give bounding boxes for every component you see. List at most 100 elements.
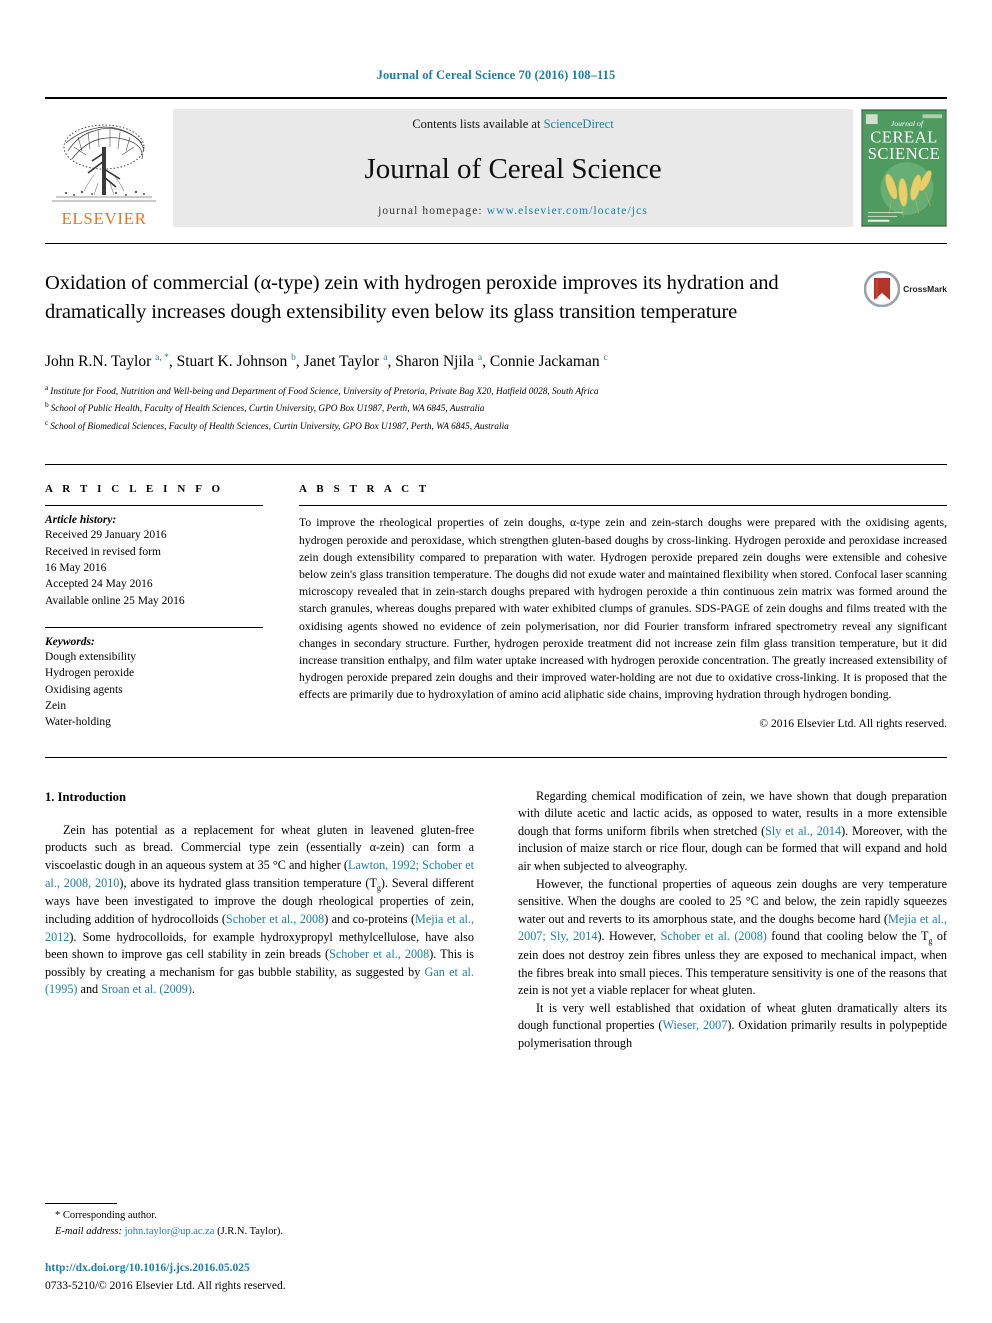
article-history-item: Accepted 24 May 2016 [45, 578, 153, 591]
journal-cover-thumbnail: Journal of CEREAL SCIENCE [861, 109, 947, 227]
intro-left-paragraphs: Zein has potential as a replacement for … [45, 822, 474, 999]
footnote-rule [45, 1203, 117, 1204]
paragraph-text: ), above its hydrated glass transition t… [119, 875, 377, 890]
paragraph-text: found that cooling below the T [766, 929, 929, 944]
article-history-item: Received in revised form [45, 545, 161, 558]
body-paragraph: However, the functional properties of aq… [518, 876, 947, 1000]
affiliation-line: b School of Public Health, Faculty of He… [45, 399, 947, 417]
affiliation-line: c School of Biomedical Sciences, Faculty… [45, 417, 947, 435]
elsevier-wordmark: ELSEVIER [61, 209, 147, 228]
author-affiliation-mark: a [477, 353, 483, 364]
affiliation-text: School of Biomedical Sciences, Faculty o… [50, 422, 509, 432]
author-affiliation-mark: b [291, 353, 296, 364]
paragraph-text: and [77, 982, 102, 997]
corresponding-author-note: * Corresponding author. [55, 1210, 157, 1221]
article-history-item: 16 May 2016 [45, 562, 107, 575]
keywords-rule [45, 627, 263, 629]
article-history-item: Received 29 January 2016 [45, 529, 167, 542]
body-paragraph: It is very well established that oxidati… [518, 1000, 947, 1053]
affiliation-text: School of Public Health, Faculty of Heal… [50, 404, 485, 415]
footnote-area: * Corresponding author. E-mail address: … [45, 1203, 475, 1295]
cover-artwork: Journal of CEREAL SCIENCE [862, 110, 946, 226]
affiliation-list: a Institute for Food, Nutrition and Well… [45, 382, 947, 435]
author-name: Stuart K. Johnson [176, 353, 292, 371]
email-owner: (J.R.N. Taylor). [217, 1225, 283, 1237]
keyword-item: Oxidising agents [45, 683, 123, 696]
elsevier-logo: ELSEVIER [45, 109, 163, 227]
email-note: E-mail address: john.taylor@up.ac.za (J.… [45, 1224, 475, 1240]
contents-list-line: Contents lists available at ScienceDirec… [173, 117, 853, 132]
masthead-center: Contents lists available at ScienceDirec… [173, 109, 853, 227]
abstract-column: A B S T R A C T To improve the rheologic… [287, 483, 947, 730]
body-divider [45, 756, 947, 758]
body-columns: 1. Introduction Zein has potential as a … [45, 788, 947, 1053]
citation-link[interactable]: Sroan et al. (2009) [101, 982, 192, 996]
citation-link[interactable]: Sly et al., 2014 [765, 824, 841, 838]
page-title: Oxidation of commercial (α-type) zein wi… [45, 272, 779, 324]
journal-title: Journal of Cereal Science [364, 153, 662, 185]
paragraph-text: ) and co-proteins ( [324, 912, 416, 927]
elsevier-tree-icon [52, 124, 156, 202]
email-label: E-mail address: [55, 1225, 122, 1237]
author-affiliation-mark: c [603, 353, 608, 364]
keywords-title: Keywords: [45, 636, 95, 649]
journal-masthead: ELSEVIER Contents lists available at Sci… [45, 97, 947, 227]
abstract-copyright: © 2016 Elsevier Ltd. All rights reserved… [759, 717, 947, 730]
intro-right-paragraphs: Regarding chemical modification of zein,… [518, 788, 947, 1053]
citation-link[interactable]: Schober et al. (2008) [661, 929, 767, 943]
title-text-block: Oxidation of commercial (α-type) zein wi… [45, 269, 837, 327]
paragraph-text: However, the functional properties of aq… [518, 876, 947, 926]
article-info-column: A R T I C L E I N F O Article history: R… [45, 483, 287, 730]
crossmark-area: CrossMark [837, 269, 947, 327]
info-abstract-row: A R T I C L E I N F O Article history: R… [45, 464, 947, 730]
paper-page: Journal of Cereal Science 70 (2016) 108–… [0, 0, 992, 1323]
author-name: Connie Jackaman [489, 353, 604, 371]
keywords-lines: Dough extensibility Hydrogen peroxide Oxid… [45, 649, 263, 731]
article-info-rule [45, 505, 263, 507]
keyword-item: Dough extensibility [45, 651, 137, 664]
keyword-item: Hydrogen peroxide [45, 667, 135, 680]
paragraph-text: . [191, 982, 195, 997]
author-name: Janet Taylor [303, 353, 384, 371]
contents-prefix: Contents lists available at [412, 117, 544, 131]
keywords-block: Keywords: Dough extensibility Hydrogen pe… [45, 627, 263, 731]
article-history-title: Article history: [45, 514, 117, 527]
body-paragraph: Zein has potential as a replacement for … [45, 822, 474, 999]
issn-copyright-line: 0733-5210/© 2016 Elsevier Ltd. All right… [45, 1279, 286, 1292]
body-column-left: 1. Introduction Zein has potential as a … [45, 788, 496, 1053]
author-list: John R.N. Taylor a, *, Stuart K. Johnson… [45, 353, 608, 371]
author-name: Sharon Njila [395, 353, 478, 371]
homepage-url-link[interactable]: www.elsevier.com/locate/jcs [487, 205, 648, 217]
citation-link[interactable]: Schober et al., 2008 [226, 912, 324, 926]
author-affiliation-mark: a [383, 353, 388, 364]
crossmark-label: CrossMark [903, 284, 947, 294]
affiliation-text: Institute for Food, Nutrition and Well-b… [50, 387, 599, 397]
running-head: Journal of Cereal Science 70 (2016) 108–… [376, 68, 616, 82]
crossmark-badge[interactable]: CrossMark [864, 271, 947, 307]
paragraph-text: ). However, [597, 929, 661, 944]
crossmark-icon [864, 271, 901, 307]
title-area: Oxidation of commercial (α-type) zein wi… [45, 244, 947, 327]
doi-link[interactable]: http://dx.doi.org/10.1016/j.jcs.2016.05.… [45, 1260, 475, 1277]
body-column-right: Regarding chemical modification of zein,… [496, 788, 947, 1053]
homepage-prefix: journal homepage: [378, 205, 487, 217]
article-info-label: A R T I C L E I N F O [45, 483, 224, 496]
author-affiliation-mark: a, * [155, 353, 169, 364]
keyword-item: Water-holding [45, 716, 111, 729]
journal-homepage-line: journal homepage: www.elsevier.com/locat… [173, 205, 853, 217]
sciencedirect-link[interactable]: ScienceDirect [544, 117, 614, 131]
svg-text:SCIENCE: SCIENCE [868, 144, 941, 163]
keyword-item: Zein [45, 700, 67, 713]
section-heading-introduction: 1. Introduction [45, 789, 126, 804]
abstract-rule [299, 505, 947, 507]
author-name: John R.N. Taylor [45, 353, 156, 371]
article-history-item: Available online 25 May 2016 [45, 594, 185, 607]
email-link[interactable]: john.taylor@up.ac.za [125, 1226, 215, 1237]
body-paragraph: Regarding chemical modification of zein,… [518, 788, 947, 876]
article-history-lines: Received 29 January 2016 Received in revi… [45, 527, 263, 609]
abstract-label: A B S T R A C T [299, 483, 430, 496]
citation-link[interactable]: Schober et al., 2008 [329, 947, 429, 961]
affiliation-line: a Institute for Food, Nutrition and Well… [45, 382, 947, 400]
citation-link[interactable]: Wieser, 2007 [662, 1018, 727, 1032]
abstract-text: To improve the rheological properties of… [299, 516, 947, 702]
